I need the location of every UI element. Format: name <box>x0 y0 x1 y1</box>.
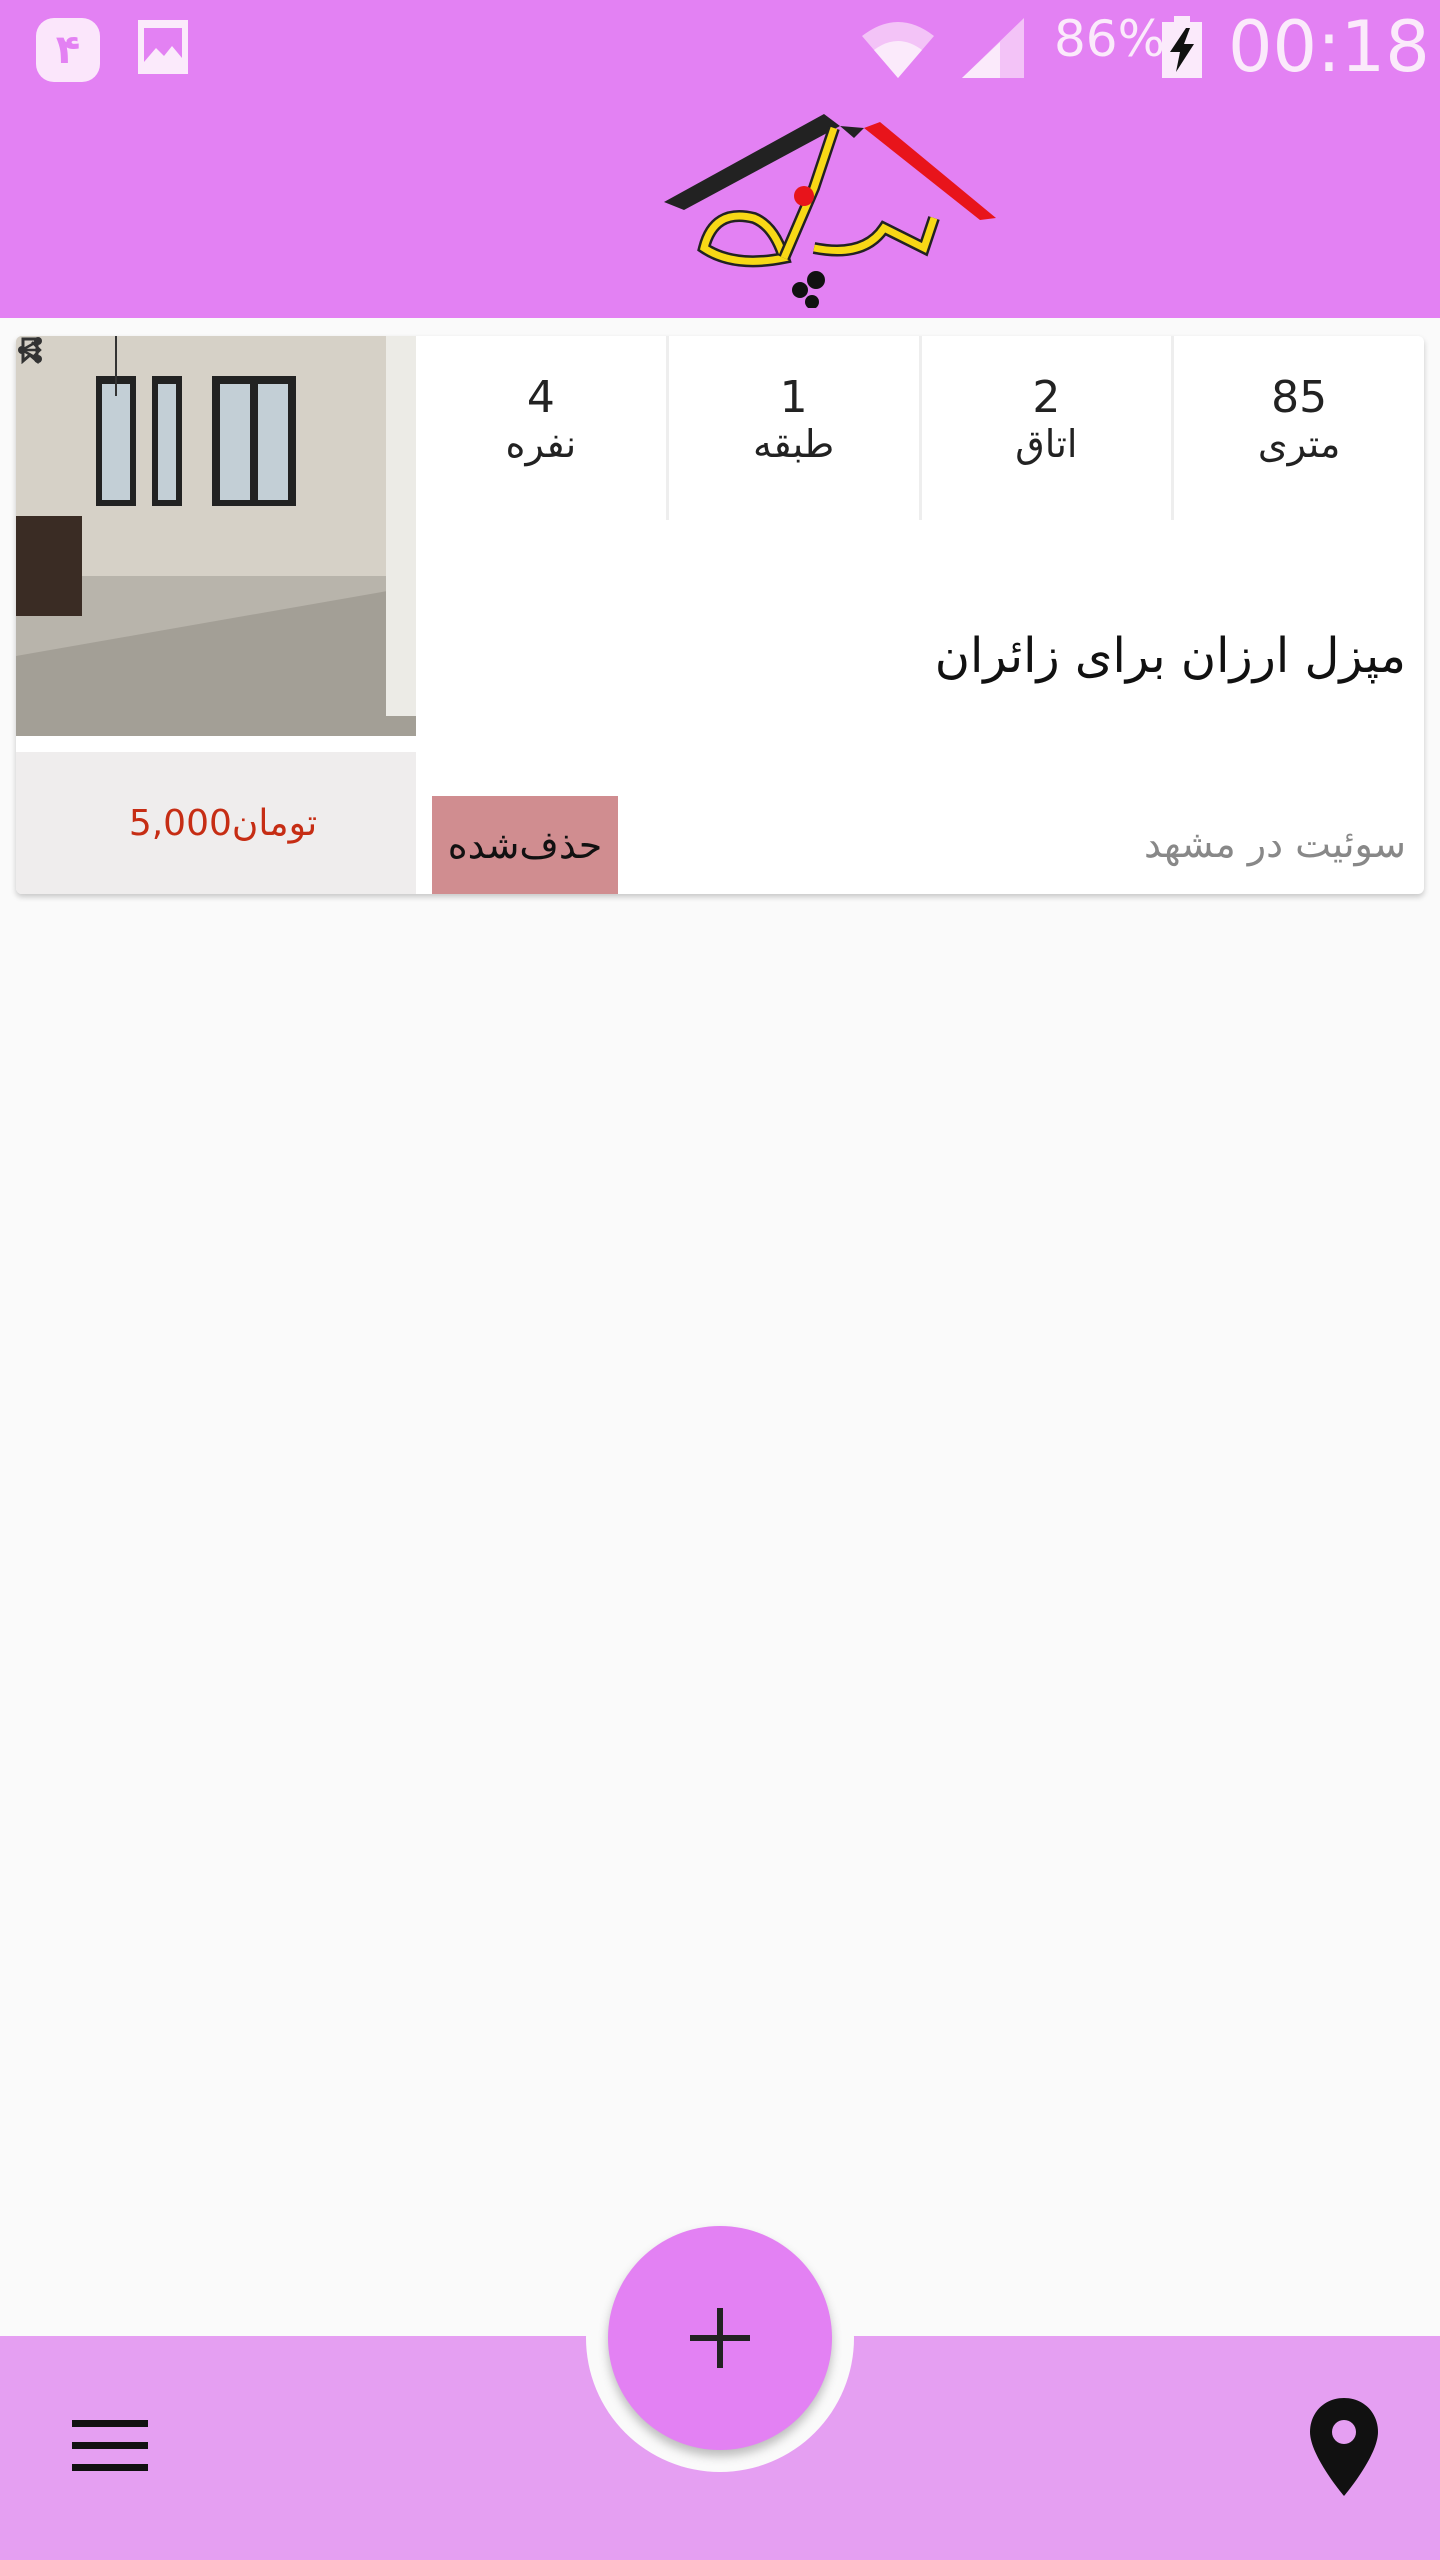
spec-value: 4 <box>526 372 555 423</box>
spec-label: متری <box>1257 422 1341 467</box>
battery-percent: 86% <box>1054 10 1166 68</box>
spec-rooms: 2 اتاق <box>918 336 1172 520</box>
gallery-icon <box>138 20 188 74</box>
menu-icon[interactable] <box>72 2418 148 2474</box>
spec-value: 2 <box>1032 372 1061 423</box>
status-bar: ۴ 86% 00:18 <box>0 0 1440 96</box>
battery-charging-icon <box>1162 16 1202 78</box>
listing-subtitle: سوئیت در مشهد <box>1144 822 1406 866</box>
status-badge: حذف‌شده <box>432 796 618 894</box>
listing-card[interactable]: تومان 5,000 4 نفره 1 طبقه 2 اتاق 85 متری… <box>16 336 1424 894</box>
listing-title: مپزل ارزان برای زائران <box>934 628 1406 684</box>
app-logo <box>664 114 996 308</box>
spec-value: 1 <box>779 372 808 423</box>
location-pin-icon[interactable] <box>1308 2396 1380 2498</box>
add-listing-button[interactable] <box>608 2226 832 2450</box>
notification-badge: ۴ <box>36 18 100 82</box>
clock: 00:18 <box>1228 6 1430 88</box>
price-box: تومان 5,000 <box>16 752 416 894</box>
listing-photo[interactable] <box>16 336 416 736</box>
plus-icon <box>690 2308 750 2368</box>
specs-row: 4 نفره 1 طبقه 2 اتاق 85 متری <box>416 336 1424 520</box>
spec-label: اتاق <box>1015 422 1078 467</box>
arrow-right-icon[interactable] <box>16 336 44 364</box>
price-value: 5,000 <box>128 802 232 844</box>
spec-capacity: 4 نفره <box>416 336 666 520</box>
spec-area: 85 متری <box>1171 336 1424 520</box>
spec-floor: 1 طبقه <box>665 336 919 520</box>
room-photo-image <box>16 336 416 736</box>
spec-label: نفره <box>505 422 577 467</box>
app-header: ۴ 86% 00:18 <box>0 0 1440 318</box>
wifi-icon <box>862 22 934 78</box>
spec-label: طبقه <box>752 422 835 467</box>
spec-value: 85 <box>1271 372 1328 423</box>
signal-icon <box>962 18 1024 78</box>
price-unit: تومان <box>231 802 318 844</box>
